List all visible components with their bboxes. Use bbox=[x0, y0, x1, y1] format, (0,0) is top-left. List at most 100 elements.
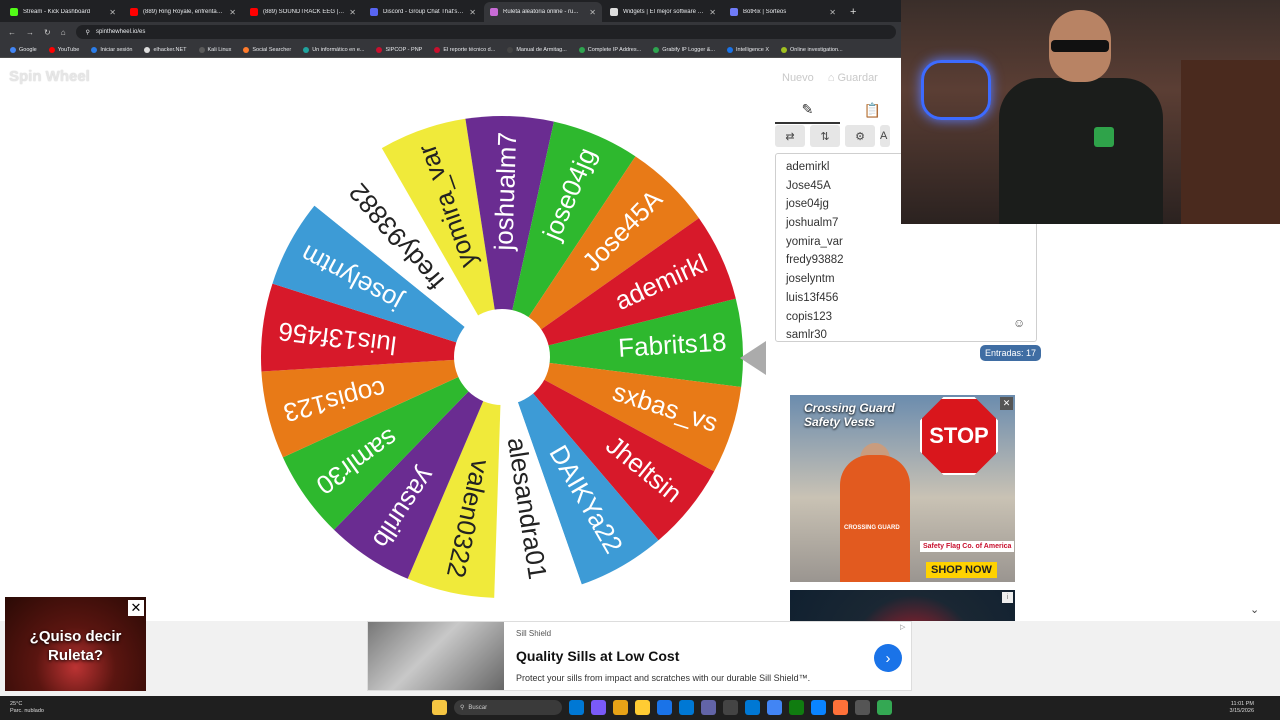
entries-toolbar: ⇄ ⇅ ⚙ A bbox=[775, 125, 890, 147]
tab-results[interactable]: 📋 bbox=[840, 96, 905, 124]
entry-line: yomira_var bbox=[786, 235, 843, 248]
tab-close-icon[interactable]: ✕ bbox=[469, 8, 476, 17]
bookmark-item[interactable]: Intelligence X bbox=[727, 46, 770, 53]
wheel-center-button[interactable] bbox=[454, 309, 550, 405]
taskbar-app-icon[interactable] bbox=[657, 700, 672, 715]
banner-source: Sill Shield bbox=[516, 629, 552, 638]
bookmark-item[interactable]: Iniciar sesión bbox=[91, 46, 133, 53]
chevron-down-icon[interactable]: ⌄ bbox=[1250, 603, 1259, 616]
close-icon[interactable]: ✕ bbox=[1000, 397, 1013, 410]
start-icon[interactable] bbox=[432, 700, 447, 715]
taskbar-app-icon[interactable] bbox=[833, 700, 848, 715]
browser-tab[interactable]: (889) Ring Royale, enfrentamie... ✕ bbox=[124, 2, 242, 22]
taskbar: 25°C Parc. nublado ⚲ Buscar 11:01 PM 3/15… bbox=[0, 696, 1280, 720]
ad-choices-icon[interactable]: ▷ bbox=[900, 623, 905, 631]
bookmark-favicon-icon bbox=[376, 46, 383, 53]
forward-icon[interactable]: → bbox=[26, 28, 34, 37]
bookmark-item[interactable]: Google bbox=[10, 46, 37, 53]
taskbar-app-icon[interactable] bbox=[767, 700, 782, 715]
bookmark-item[interactable]: Un informático en e... bbox=[303, 46, 364, 53]
bookmark-favicon-icon bbox=[198, 46, 205, 53]
wheel-pointer-icon bbox=[740, 341, 766, 375]
browser-tab[interactable]: Stream - Kick Dashboard ✕ bbox=[4, 2, 122, 22]
taskbar-app-icon[interactable] bbox=[789, 700, 804, 715]
panel-tabs: ✎ 📋 bbox=[775, 96, 905, 124]
tab-label: BotRix | Sorteos bbox=[743, 9, 787, 15]
floating-video[interactable]: ¿Quiso decir Ruleta? bbox=[5, 597, 146, 691]
emoji-icon[interactable]: ☺ bbox=[1013, 316, 1025, 330]
bookmark-favicon-icon bbox=[10, 46, 16, 53]
weather-widget[interactable]: 25°C Parc. nublado bbox=[10, 701, 44, 715]
back-icon[interactable]: ← bbox=[8, 28, 16, 37]
bookmark-item[interactable]: YouTube bbox=[48, 46, 79, 53]
shuffle-button[interactable]: ⇄ bbox=[775, 125, 805, 147]
chevron-right-icon[interactable]: › bbox=[874, 644, 902, 672]
tab-close-icon[interactable]: ✕ bbox=[109, 8, 116, 17]
bookmark-label: Intelligence X bbox=[736, 46, 770, 53]
search-placeholder: Buscar bbox=[468, 704, 488, 711]
ad-crossing-guard[interactable]: CROSSING GUARD Crossing Guard Safety Ves… bbox=[790, 395, 1015, 582]
taskbar-app-icon[interactable] bbox=[679, 700, 694, 715]
browser-tab[interactable]: Widgets | El mejor software pa... ✕ bbox=[604, 2, 722, 22]
banner-image bbox=[368, 622, 504, 690]
banner-title[interactable]: Quality Sills at Low Cost bbox=[516, 648, 679, 664]
settings-button[interactable]: ⚙ bbox=[845, 125, 875, 147]
tab-close-icon[interactable]: ✕ bbox=[709, 8, 716, 17]
taskbar-app-icon[interactable] bbox=[723, 700, 738, 715]
tab-favicon-icon bbox=[250, 8, 258, 16]
bookmark-item[interactable]: Kali Linux bbox=[198, 46, 231, 53]
bookmark-favicon-icon bbox=[507, 46, 514, 53]
new-tab-icon[interactable]: + bbox=[850, 2, 856, 22]
bookmark-item[interactable]: elhacker.NET bbox=[144, 46, 187, 53]
bookmark-item[interactable]: Grabify IP Logger &... bbox=[653, 46, 715, 53]
system-clock[interactable]: 11:01 PM 3/15/2026 bbox=[1230, 701, 1254, 715]
save-button[interactable]: ⌂ Guardar bbox=[828, 72, 878, 84]
taskbar-app-icon[interactable] bbox=[591, 700, 606, 715]
webcam-person bbox=[999, 78, 1163, 224]
tab-label: (889) Ring Royale, enfrentamie... bbox=[143, 9, 225, 15]
taskbar-app-icon[interactable] bbox=[635, 700, 650, 715]
taskbar-app-icon[interactable] bbox=[569, 700, 584, 715]
taskbar-app-icon[interactable] bbox=[701, 700, 716, 715]
taskbar-app-icon[interactable] bbox=[745, 700, 760, 715]
bookmark-item[interactable]: Complete IP Addres... bbox=[578, 46, 641, 53]
bottom-ad-banner[interactable]: Sill Shield Quality Sills at Low Cost Pr… bbox=[367, 621, 912, 691]
advanced-button[interactable]: A bbox=[880, 125, 890, 147]
new-button[interactable]: Nuevo bbox=[782, 72, 814, 84]
bookmark-favicon-icon bbox=[578, 46, 585, 53]
tab-close-icon[interactable]: ✕ bbox=[829, 8, 836, 17]
reload-icon[interactable]: ↻ bbox=[44, 28, 51, 37]
taskbar-app-icon[interactable] bbox=[877, 700, 892, 715]
bookmark-item[interactable]: Social Searcher bbox=[243, 46, 291, 53]
ad-info-icon[interactable]: i bbox=[1002, 592, 1013, 603]
bookmark-item[interactable]: SIPCOP - PNP bbox=[376, 46, 423, 53]
site-info-icon[interactable]: ⚲ bbox=[86, 29, 90, 36]
browser-tab[interactable]: Discord - Group Chat That's All... ✕ bbox=[364, 2, 482, 22]
url-input[interactable]: ⚲ spinthewheel.io/es bbox=[75, 25, 896, 39]
shop-now-button[interactable]: SHOP NOW bbox=[926, 562, 997, 578]
tab-close-icon[interactable]: ✕ bbox=[229, 8, 236, 17]
taskbar-app-icon[interactable] bbox=[855, 700, 870, 715]
bookmark-favicon-icon bbox=[727, 46, 733, 53]
browser-tab[interactable]: (889) SOUNDTRACK EEG | T... ✕ bbox=[244, 2, 362, 22]
spin-wheel[interactable]: Fabrits18sxbas_vsJheltsinDAIKYa22alesand… bbox=[258, 113, 746, 601]
bookmark-label: SIPCOP - PNP bbox=[385, 46, 423, 53]
taskbar-app-icon[interactable] bbox=[811, 700, 826, 715]
browser-tab[interactable]: Ruleta aleatoria online - ru... ✕ bbox=[484, 2, 602, 22]
sort-button[interactable]: ⇅ bbox=[810, 125, 840, 147]
tab-entries[interactable]: ✎ bbox=[775, 96, 840, 124]
browser-tab[interactable]: BotRix | Sorteos ✕ bbox=[724, 2, 842, 22]
home-icon[interactable]: ⌂ bbox=[61, 28, 66, 37]
bookmark-label: Iniciar sesión bbox=[100, 46, 133, 53]
tab-close-icon[interactable]: ✕ bbox=[589, 8, 596, 17]
taskbar-search[interactable]: ⚲ Buscar bbox=[454, 700, 562, 715]
bookmark-item[interactable]: Online investigation... bbox=[781, 46, 843, 53]
clock-time: 11:01 PM bbox=[1230, 701, 1254, 707]
tab-close-icon[interactable]: ✕ bbox=[349, 8, 356, 17]
video-close-icon[interactable]: ✕ bbox=[128, 600, 144, 616]
site-logo[interactable]: Spin Wheel bbox=[9, 68, 90, 85]
taskbar-app-icon[interactable] bbox=[613, 700, 628, 715]
bookmark-item[interactable]: El reporte técnico d... bbox=[434, 46, 495, 53]
bookmark-item[interactable]: Manual de Armitag... bbox=[507, 46, 567, 53]
entry-line: copis123 bbox=[786, 310, 833, 323]
